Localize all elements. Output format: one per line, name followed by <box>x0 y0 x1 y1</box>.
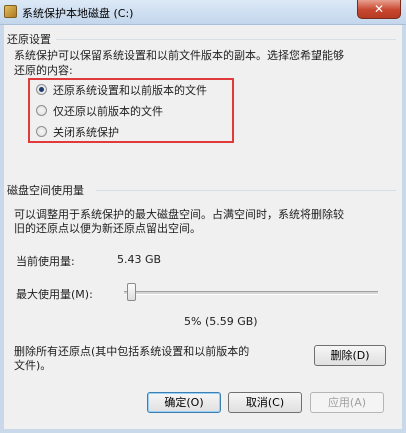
radio-button[interactable] <box>36 126 47 137</box>
window-icon <box>4 5 17 18</box>
current-usage-label: 当前使用量: <box>16 255 75 268</box>
radio-button[interactable] <box>36 105 47 116</box>
restore-description-line1: 系统保护可以保留系统设置和以前文件版本的副本。选择您希望能够 <box>14 49 344 62</box>
radio-label: 还原系统设置和以前版本的文件 <box>53 84 207 97</box>
radio-button-checked[interactable] <box>36 84 47 95</box>
dialog-client: 还原设置 系统保护可以保留系统设置和以前文件版本的副本。选择您希望能够 还原的内… <box>4 25 402 429</box>
radio-label: 仅还原以前版本的文件 <box>53 105 163 118</box>
disk-description-line2: 旧的还原点以便为新还原点留出空间。 <box>14 222 201 235</box>
restore-description-line2: 还原的内容: <box>14 64 73 77</box>
close-icon: ✕ <box>373 2 385 16</box>
max-usage-value: 5% (5.59 GB) <box>184 315 258 328</box>
disk-usage-group-label: 磁盘空间使用量 <box>7 184 84 197</box>
max-usage-slider-thumb[interactable] <box>127 283 136 301</box>
cancel-button[interactable]: 取消(C) <box>228 392 302 413</box>
close-button[interactable]: ✕ <box>357 0 401 19</box>
restore-settings-group-label: 还原设置 <box>7 33 51 46</box>
title-bar: 系统保护本地磁盘 (C:) ✕ <box>0 0 406 25</box>
disk-usage-divider <box>96 190 396 191</box>
delete-button[interactable]: 删除(D) <box>314 345 386 366</box>
ok-button[interactable]: 确定(O) <box>147 392 221 413</box>
apply-button[interactable]: 应用(A) <box>310 392 384 413</box>
max-usage-slider-track[interactable] <box>124 291 378 295</box>
current-usage-value: 5.43 GB <box>117 253 162 266</box>
max-usage-label: 最大使用量(M): <box>16 288 93 301</box>
window-title: 系统保护本地磁盘 (C:) <box>22 7 134 20</box>
delete-description-line2: 文件)。 <box>14 359 52 372</box>
radio-label: 关闭系统保护 <box>53 126 119 139</box>
restore-settings-divider <box>56 39 396 40</box>
